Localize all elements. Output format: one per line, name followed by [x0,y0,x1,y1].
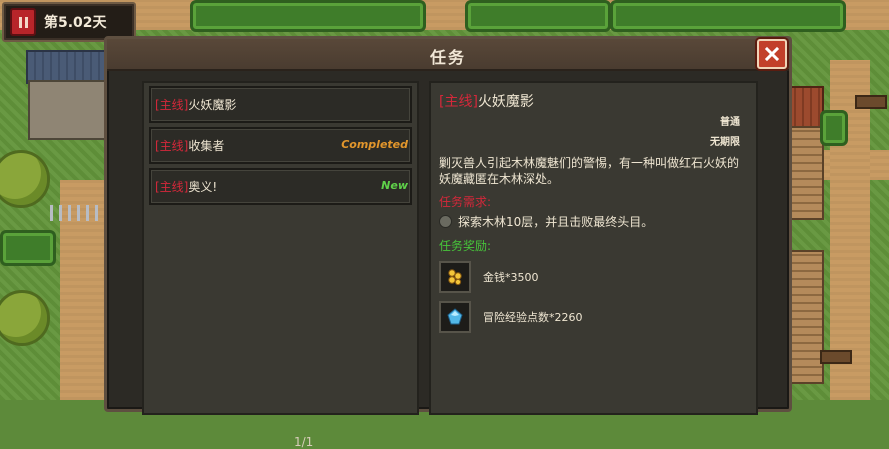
house-roof [26,50,114,84]
bullet-icon [439,215,452,228]
quest-name: [主线]火妖魔影 [155,96,236,113]
quest-title: 奥义! [188,180,218,194]
pause-icon [24,16,28,28]
quest-title: 火妖魔影 [188,98,237,112]
quest-dialog: 任务 [主线]火妖魔影 [主线]收集者 Completed [主线]奥义! Ne… [104,36,792,449]
quest-name: [主线]奥义! [155,178,217,195]
requirement-text: 探索木林10层，并且击败最终头目。 [458,215,654,229]
close-button[interactable] [757,39,787,69]
quest-name: [主线]收集者 [155,137,224,154]
quest-status-completed: Completed [341,138,408,151]
quest-title: 收集者 [188,139,225,153]
signpost [820,350,852,364]
reward-label: 冒险经验点数*2260 [483,311,583,324]
requirements-label: 任务需求: [439,195,492,209]
quest-item[interactable]: [主线]奥义! New [149,168,412,205]
hedge [0,230,56,266]
reward-label: 金钱*3500 [483,271,539,284]
close-icon [764,46,780,62]
quest-item[interactable]: [主线]收集者 Completed [149,127,412,164]
pause-icon [18,16,22,28]
dialog-header: 任务 [107,39,789,71]
reward-item: 冒险经验点数*2260 [439,301,583,333]
reward-item: 金钱*3500 [439,261,539,293]
rewards-label: 任务奖励: [439,239,492,253]
quest-tag: [主线] [155,98,189,112]
quest-detail: [主线]火妖魔影 普通 无期限 剿灭兽人引起木林魔魅们的警惕，有一种叫做红石火妖… [429,81,758,415]
blue-crystal-icon [439,301,471,333]
dialog-title: 任务 [429,48,466,67]
quest-type: 普通 [720,117,740,128]
quest-tag: [主线] [155,139,189,153]
page-indicator: 1/1 [294,435,314,449]
quest-tag: [主线] [155,180,189,194]
signpost [855,95,887,109]
quest-list: [主线]火妖魔影 [主线]收集者 Completed [主线]奥义! New 1… [142,81,419,449]
house-wall [28,80,114,140]
fence [50,205,110,221]
gold-coins-icon [439,261,471,293]
hedge [465,0,611,32]
hedge [820,110,848,146]
pause-button[interactable] [10,8,36,36]
day-label: 第5.02天 [44,15,107,31]
detail-title: [主线]火妖魔影 [439,91,534,111]
detail-name: 火妖魔影 [477,94,534,110]
detail-tag: [主线] [439,94,478,110]
quest-status-new: New [381,179,408,192]
quest-description: 剿灭兽人引起木林魔魅们的警惕，有一种叫做红石火妖的妖魔藏匿在木林深处。 [439,156,740,186]
hedge [610,0,846,32]
hedge [190,0,426,32]
quest-time-limit: 无期限 [710,137,740,148]
requirement-item: 探索木林10层，并且击败最终头目。 [439,213,653,230]
quest-item[interactable]: [主线]火妖魔影 [149,86,412,123]
